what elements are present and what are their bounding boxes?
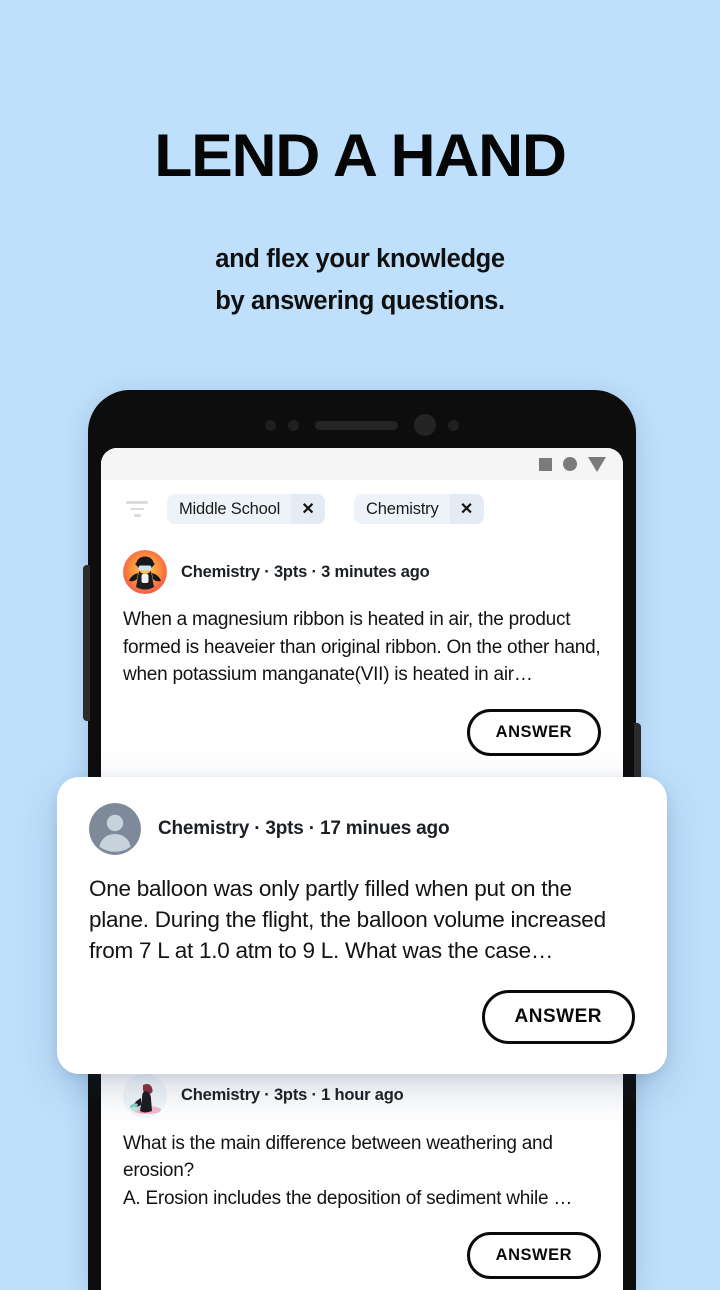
speaker-grille xyxy=(315,421,398,430)
question-card-actions: ANSWER xyxy=(123,1232,601,1279)
question-text: When a magnesium ribbon is heated in air… xyxy=(123,606,601,689)
filter-funnel-icon[interactable] xyxy=(124,499,150,519)
answer-button[interactable]: ANSWER xyxy=(482,990,635,1044)
avatar-person-painting xyxy=(123,1074,167,1118)
filter-chip-middle-school[interactable]: Middle School ✕ xyxy=(167,494,325,524)
question-text: What is the main difference between weat… xyxy=(123,1130,601,1213)
question-card-meta: Chemistry · 3pts · 1 hour ago xyxy=(181,1086,404,1105)
sensor-dot-icon xyxy=(265,420,276,431)
question-card-header: Chemistry · 3pts · 3 minutes ago xyxy=(123,550,601,594)
sensor-dot-icon xyxy=(288,420,299,431)
close-icon[interactable]: ✕ xyxy=(450,494,484,524)
triangle-down-icon xyxy=(588,457,606,472)
promo-subtitle-line-2: by answering questions. xyxy=(215,287,505,315)
phone-notch xyxy=(88,412,636,438)
avatar-chemistry-character xyxy=(123,550,167,594)
question-card-header: Chemistry · 3pts · 17 minues ago xyxy=(89,803,635,855)
answer-button[interactable]: ANSWER xyxy=(467,709,601,756)
filter-chip-label: Chemistry xyxy=(354,494,449,524)
question-card[interactable]: Chemistry · 3pts · 1 hour ago What is th… xyxy=(101,1058,623,1290)
question-card[interactable]: Chemistry · 3pts · 3 minutes ago When a … xyxy=(101,534,623,778)
avatar-default-person xyxy=(89,803,141,855)
promo-subtitle-line-1: and flex your knowledge xyxy=(215,245,505,273)
page-title: LEND A HAND xyxy=(0,0,720,186)
circle-icon xyxy=(563,457,577,471)
volume-rocker[interactable] xyxy=(83,565,90,721)
question-text: One balloon was only partly filled when … xyxy=(89,873,635,966)
sensor-dot-icon xyxy=(448,420,459,431)
question-card-actions: ANSWER xyxy=(89,990,635,1044)
question-card-header: Chemistry · 3pts · 1 hour ago xyxy=(123,1074,601,1118)
close-icon[interactable]: ✕ xyxy=(291,494,325,524)
promo-header: LEND A HAND and flex your knowledge by a… xyxy=(0,0,720,322)
question-card-meta: Chemistry · 3pts · 3 minutes ago xyxy=(181,563,430,582)
status-bar xyxy=(101,448,623,480)
filter-bar: Middle School ✕ Chemistry ✕ xyxy=(101,480,623,534)
filter-chip-chemistry[interactable]: Chemistry ✕ xyxy=(354,494,483,524)
answer-button[interactable]: ANSWER xyxy=(467,1232,601,1279)
highlighted-question-card[interactable]: Chemistry · 3pts · 17 minues ago One bal… xyxy=(57,777,667,1074)
promo-subtitle: and flex your knowledge by answering que… xyxy=(0,186,720,322)
front-camera-icon xyxy=(414,414,436,436)
filter-chip-label: Middle School xyxy=(167,494,291,524)
question-card-actions: ANSWER xyxy=(123,709,601,756)
square-icon xyxy=(539,458,552,471)
question-card-meta: Chemistry · 3pts · 17 minues ago xyxy=(158,818,449,840)
